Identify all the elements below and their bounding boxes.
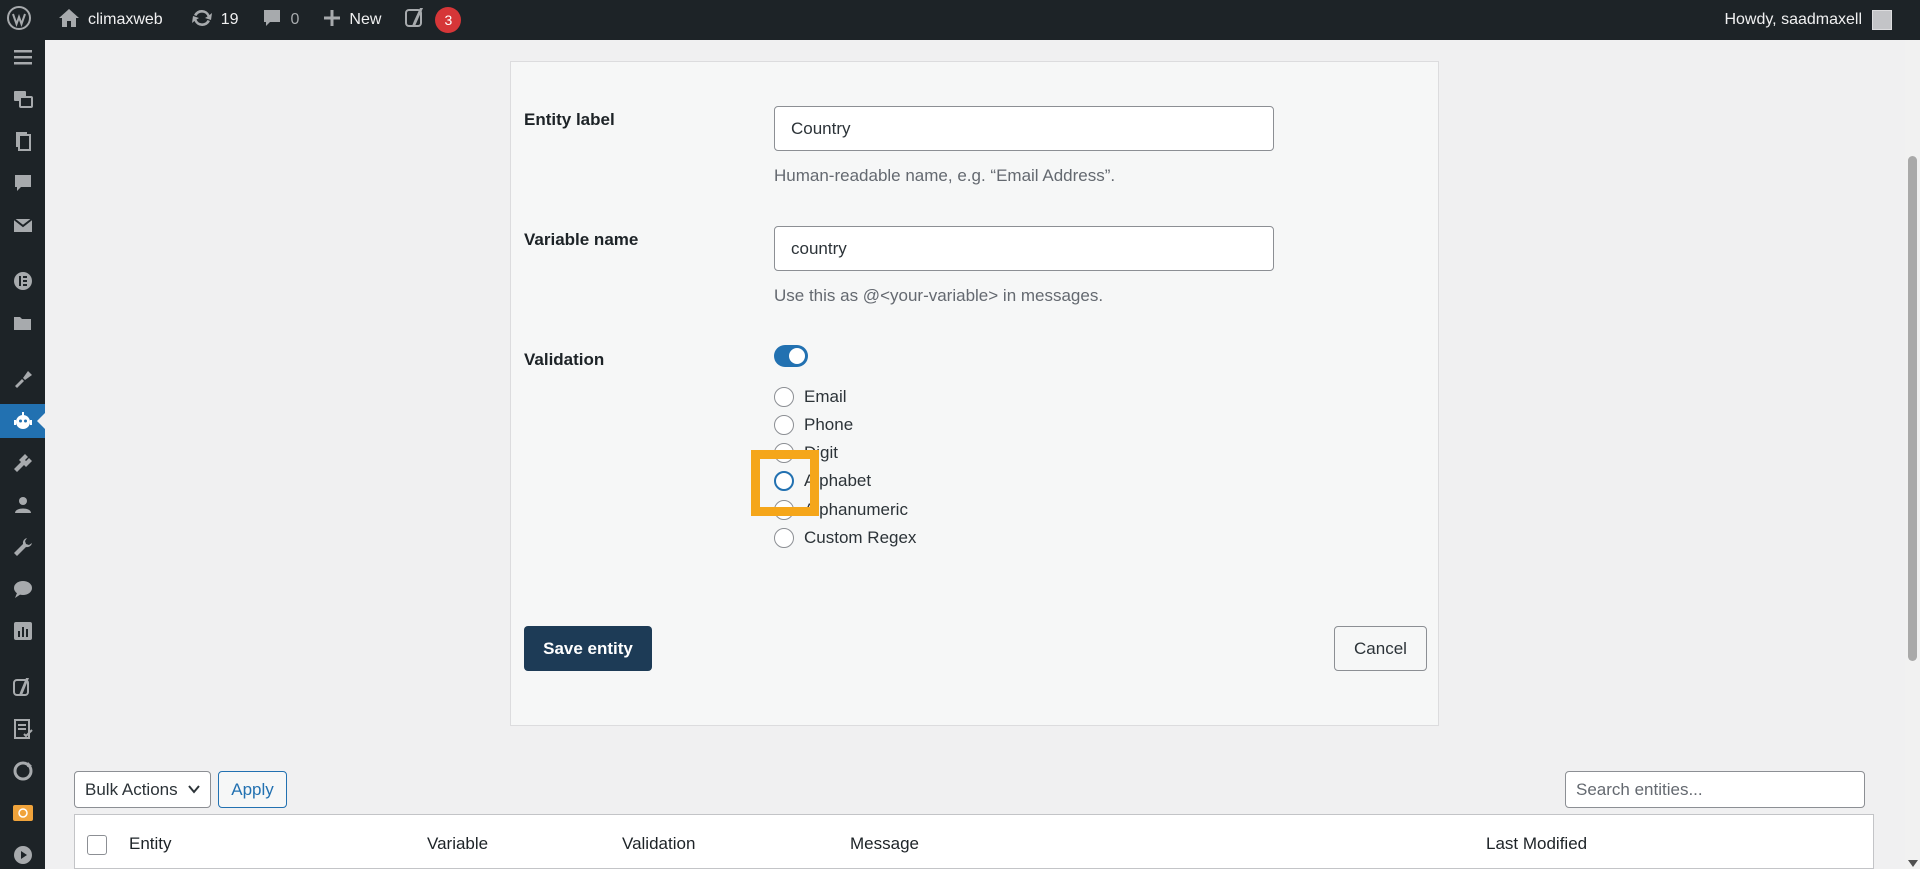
pages-icon[interactable]: [0, 124, 45, 158]
bulk-actions-select[interactable]: Bulk Actions: [74, 771, 211, 808]
site-name: climaxweb: [88, 11, 163, 28]
variable-name-input[interactable]: [774, 226, 1274, 271]
entity-form-panel: Entity label Human-readable name, e.g. “…: [510, 61, 1439, 726]
toggle-knob: [789, 348, 805, 364]
chat-bubble-icon[interactable]: [0, 572, 45, 606]
scrollbar-thumb[interactable]: [1908, 156, 1917, 661]
radio-phone[interactable]: Phone: [774, 415, 853, 435]
comments-menu[interactable]: 0: [252, 0, 309, 40]
collapse-menu-icon[interactable]: [0, 40, 45, 74]
save-entity-button[interactable]: Save entity: [524, 626, 652, 671]
entity-label-heading: Entity label: [524, 110, 615, 129]
admin-bar: climaxweb 19 0 New 3 Howdy, saadmaxell: [0, 0, 1920, 40]
folder-icon[interactable]: [0, 306, 45, 340]
column-entity[interactable]: Entity: [129, 834, 172, 854]
radio-custom-regex[interactable]: Custom Regex: [774, 528, 916, 548]
select-all-checkbox[interactable]: [87, 835, 107, 855]
variable-name-help: Use this as @<your-variable> in messages…: [774, 286, 1104, 305]
mail-icon[interactable]: [0, 208, 45, 242]
appearance-icon[interactable]: [0, 362, 45, 396]
variable-name-heading: Variable name: [524, 230, 639, 249]
admin-sidebar: [0, 40, 45, 869]
chatbot-icon[interactable]: [0, 404, 45, 438]
column-message[interactable]: Message: [850, 834, 919, 854]
radio-circle[interactable]: [774, 528, 794, 548]
users-icon[interactable]: [0, 488, 45, 522]
media-icon[interactable]: [0, 82, 45, 116]
bulk-actions-label: Bulk Actions: [85, 779, 178, 799]
focus-highlight-box: [751, 450, 819, 516]
forms-icon[interactable]: [0, 712, 45, 746]
chevron-down-icon: [186, 781, 202, 802]
cancel-button[interactable]: Cancel: [1334, 626, 1427, 671]
home-icon: [58, 8, 80, 33]
plus-icon: [323, 9, 341, 32]
radio-label-email: Email: [804, 387, 847, 406]
wordpress-logo-menu[interactable]: [0, 0, 42, 40]
search-entities-input[interactable]: [1565, 771, 1865, 808]
sync-icon[interactable]: [0, 754, 45, 788]
scroll-down-arrow-icon[interactable]: [1908, 860, 1918, 867]
site-name-menu[interactable]: climaxweb: [48, 0, 173, 40]
validation-toggle[interactable]: [774, 345, 808, 367]
elementor-icon[interactable]: [0, 264, 45, 298]
radio-circle[interactable]: [774, 387, 794, 407]
page-scrollbar[interactable]: [1905, 40, 1920, 869]
avatar: [1872, 10, 1892, 30]
radio-label-phone: Phone: [804, 415, 854, 434]
yoast-icon: [405, 7, 427, 34]
my-account-menu[interactable]: Howdy, saadmaxell: [1724, 0, 1892, 40]
updates-menu[interactable]: 19: [181, 0, 249, 40]
comments-count: 0: [290, 11, 300, 28]
tools-icon[interactable]: [0, 530, 45, 564]
yoast-menu[interactable]: 3: [395, 0, 471, 40]
plugins-icon[interactable]: [0, 446, 45, 480]
entity-label-input[interactable]: [774, 106, 1274, 151]
apply-button[interactable]: Apply: [218, 771, 287, 808]
new-label: New: [349, 11, 382, 28]
column-validation[interactable]: Validation: [622, 834, 695, 854]
updates-icon: [191, 7, 213, 34]
radio-label-custom-regex: Custom Regex: [804, 528, 917, 547]
greeting-text: Howdy, saadmaxell: [1724, 11, 1862, 28]
play-icon[interactable]: [0, 838, 45, 869]
new-content-menu[interactable]: New: [313, 0, 391, 40]
radio-email[interactable]: Email: [774, 387, 847, 407]
analytics-icon[interactable]: [0, 614, 45, 648]
comments-icon[interactable]: [0, 166, 45, 200]
radio-circle[interactable]: [774, 415, 794, 435]
comment-icon: [262, 8, 282, 33]
yoast-notification-badge: 3: [435, 7, 462, 33]
yoast-seo-icon[interactable]: [0, 670, 45, 704]
radio-label-alphanumeric: Alphanumeric: [804, 500, 908, 519]
entities-table-header: Entity Variable Validation Message Last …: [74, 814, 1874, 869]
column-last-modified[interactable]: Last Modified: [1486, 834, 1587, 854]
entity-label-help: Human-readable name, e.g. “Email Address…: [774, 166, 1116, 185]
updates-count: 19: [220, 11, 239, 28]
column-variable[interactable]: Variable: [427, 834, 488, 854]
wordpress-logo-icon: [6, 5, 32, 36]
woocommerce-icon[interactable]: [0, 796, 45, 830]
validation-heading: Validation: [524, 350, 605, 369]
